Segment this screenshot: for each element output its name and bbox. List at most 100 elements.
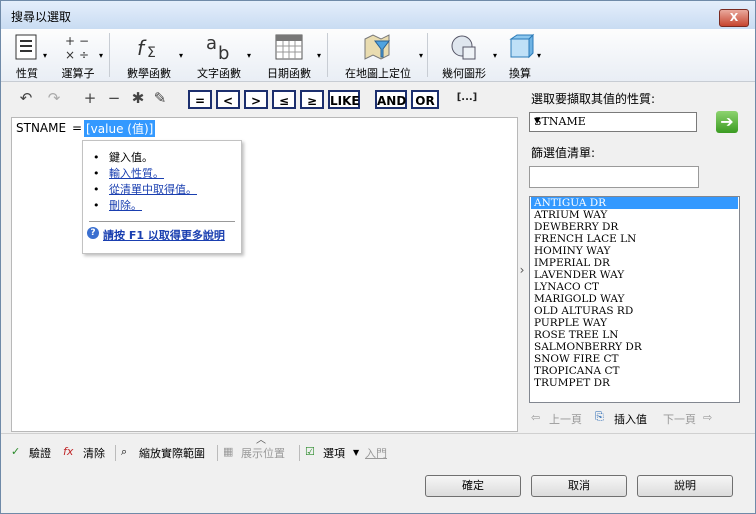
expand-chevron-up-icon[interactable]: ︿ xyxy=(256,431,266,446)
operator-or-button[interactable]: OR xyxy=(411,90,439,109)
operator-less-than-button[interactable]: < xyxy=(216,90,240,109)
values-navigation: ⇦ 上一頁 ⎘ 插入值 下一頁 ⇨ xyxy=(529,410,740,428)
operator-greater-than-button[interactable]: > xyxy=(244,90,268,109)
svg-text:Σ: Σ xyxy=(147,45,156,61)
convert-cube-icon xyxy=(509,33,535,59)
intro-link[interactable]: 入門 xyxy=(365,445,387,461)
properties-label: 性質 xyxy=(16,67,38,80)
pencil-icon[interactable]: ✎ xyxy=(151,87,169,111)
calendar-icon xyxy=(275,34,303,60)
collapse-panel-chevron-icon[interactable]: › xyxy=(516,263,528,283)
property-dropdown[interactable]: STNAME ▼ xyxy=(529,112,697,132)
list-item[interactable]: DEWBERRY DR xyxy=(531,221,738,233)
toolbar-divider xyxy=(299,445,300,461)
math-functions-button[interactable]: fΣ 數學函數 ▾ xyxy=(115,31,183,80)
math-functions-label: 數學函數 xyxy=(127,67,171,80)
list-item[interactable]: LAVENDER WAY xyxy=(531,269,738,281)
list-item[interactable]: PURPLE WAY xyxy=(531,317,738,329)
chevron-down-icon: ▾ xyxy=(492,51,497,60)
date-functions-button[interactable]: 日期函數 ▾ xyxy=(257,31,321,80)
hint-item[interactable]: • 輸入性質。 xyxy=(93,165,164,181)
chevron-down-icon: ▼ xyxy=(353,448,360,457)
ribbon-divider xyxy=(327,33,328,77)
check-icon: ✓ xyxy=(11,445,21,458)
svg-text:b: b xyxy=(218,43,229,61)
expression-editor[interactable]: STNAME = [value (值)] • 鍵入值。 • 輸入性質。 • 從清單中取… xyxy=(11,117,518,432)
go-arrow-icon[interactable]: ➔ xyxy=(716,111,738,133)
list-item[interactable]: TRUMPET DR xyxy=(531,377,738,389)
operators-label: 運算子 xyxy=(61,67,95,80)
insert-value-button[interactable]: 插入值 xyxy=(614,411,647,427)
list-item[interactable]: TROPICANA CT xyxy=(531,365,738,377)
values-list[interactable]: ANTIGUA DR ATRIUM WAY DEWBERRY DR FRENCH LA… xyxy=(529,196,740,403)
properties-button[interactable]: 性質 ▾ xyxy=(7,31,47,80)
list-item[interactable]: ROSE TREE LN xyxy=(531,329,738,341)
value-hint-popup: • 鍵入值。 • 輸入性質。 • 從清單中取得值。 • 刪除。 ? 請按 F1 以取得更… xyxy=(82,140,242,254)
prev-page-button[interactable]: 上一頁 xyxy=(549,411,582,427)
operators-button[interactable]: + − × ÷ 運算子 ▾ xyxy=(53,31,104,80)
options-checkbox-icon: ☑ xyxy=(305,445,315,458)
hint-enter-property-link[interactable]: 輸入性質。 xyxy=(109,167,164,180)
list-item[interactable]: SALMONBERRY DR xyxy=(531,341,738,353)
hint-item[interactable]: • 從清單中取得值。 xyxy=(93,181,197,197)
show-location-button[interactable]: 展示位置 xyxy=(241,445,285,461)
filter-input[interactable] xyxy=(529,166,699,188)
ok-button[interactable]: 確定 xyxy=(425,475,521,497)
wildcard-icon[interactable]: ✱ xyxy=(129,87,147,111)
svg-text:f: f xyxy=(137,36,147,60)
options-button[interactable]: 選項 xyxy=(323,445,345,461)
expression-value-placeholder[interactable]: [value (值)] xyxy=(84,120,156,137)
list-item[interactable]: ATRIUM WAY xyxy=(531,209,738,221)
help-button[interactable]: 說明 xyxy=(637,475,733,497)
ribbon-divider xyxy=(427,33,428,77)
property-select-label: 選取要擷取其值的性質: xyxy=(531,92,656,106)
zoom-search-icon: ⌕ xyxy=(121,445,128,458)
text-functions-button[interactable]: ab 文字函數 ▾ xyxy=(187,31,251,80)
hint-item: • 鍵入值。 xyxy=(93,151,153,164)
operator-and-button[interactable]: AND xyxy=(375,90,407,109)
convert-button[interactable]: 換算 ▾ xyxy=(499,31,541,80)
cancel-button[interactable]: 取消 xyxy=(531,475,627,497)
locate-on-map-button[interactable]: 在地圖上定位 ▾ xyxy=(333,31,423,80)
list-item[interactable]: ANTIGUA DR xyxy=(531,197,738,209)
list-item[interactable]: HOMINY WAY xyxy=(531,245,738,257)
expression-field-name: STNAME xyxy=(16,121,67,135)
list-item[interactable]: LYNACO CT xyxy=(531,281,738,293)
properties-icon xyxy=(15,34,37,60)
svg-text:−: − xyxy=(79,34,89,48)
text-functions-label: 文字函數 xyxy=(197,67,241,80)
list-item[interactable]: SNOW FIRE CT xyxy=(531,353,738,365)
hint-delete-link[interactable]: 刪除。 xyxy=(109,199,142,212)
undo-icon[interactable]: ↶ xyxy=(15,87,37,111)
parentheses-button[interactable]: [...] xyxy=(455,87,479,111)
operator-equals-button[interactable]: = xyxy=(188,90,212,109)
text-ab-icon: ab xyxy=(206,33,229,61)
toolbar-divider xyxy=(217,445,218,461)
popup-divider xyxy=(89,221,235,222)
list-item[interactable]: FRENCH LACE LN xyxy=(531,233,738,245)
list-item[interactable]: MARIGOLD WAY xyxy=(531,293,738,305)
close-button[interactable]: X xyxy=(719,9,749,27)
geometry-shape-icon xyxy=(451,35,476,60)
insert-icon[interactable]: + xyxy=(81,87,99,111)
list-item[interactable]: IMPERIAL DR xyxy=(531,257,738,269)
operator-like-button[interactable]: LIKE xyxy=(328,90,360,109)
clear-button[interactable]: 清除 xyxy=(83,445,105,461)
hint-item[interactable]: • 刪除。 xyxy=(93,197,142,213)
chevron-down-icon: ▾ xyxy=(98,51,103,60)
operator-greater-equal-button[interactable]: ≥ xyxy=(300,90,324,109)
window-title: 搜尋以選取 xyxy=(11,10,72,24)
verify-button[interactable]: 驗證 xyxy=(29,445,51,461)
redo-icon[interactable]: ↷ xyxy=(43,87,65,111)
zoom-extent-button[interactable]: 縮放實際範圍 xyxy=(139,445,205,461)
list-item[interactable]: OLD ALTURAS RD xyxy=(531,305,738,317)
geometry-label: 幾何圖形 xyxy=(442,67,486,80)
next-page-button[interactable]: 下一頁 xyxy=(663,411,696,427)
operator-less-equal-button[interactable]: ≤ xyxy=(272,90,296,109)
remove-icon[interactable]: − xyxy=(105,87,123,111)
geometry-button[interactable]: 幾何圖形 ▾ xyxy=(431,31,497,80)
clear-fx-icon: fx xyxy=(63,445,74,458)
ribbon: 性質 ▾ + − × ÷ 運算子 ▾ fΣ 數學函數 ▾ ab 文字函數 ▾ 日期函數… xyxy=(1,29,755,82)
help-f1-link[interactable]: 請按 F1 以取得更多說明 xyxy=(103,227,225,243)
hint-get-from-list-link[interactable]: 從清單中取得值。 xyxy=(109,183,197,196)
